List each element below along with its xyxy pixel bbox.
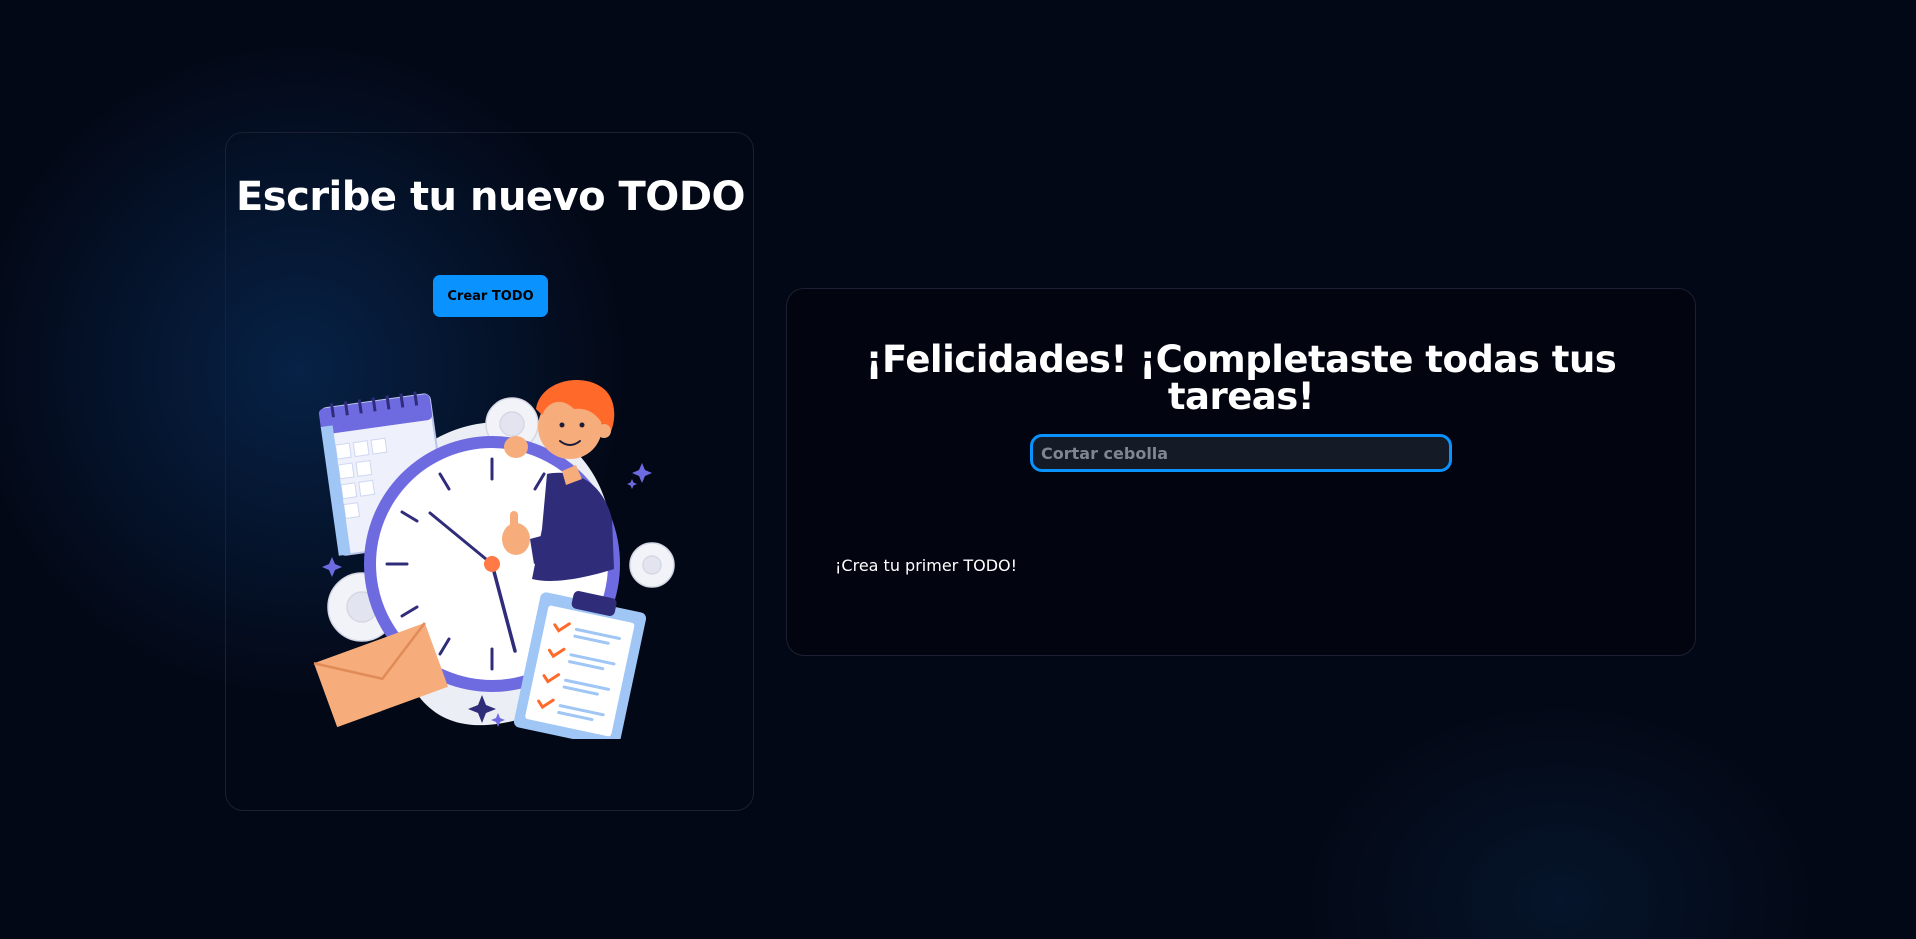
time-management-illustration	[313, 379, 675, 739]
search-input[interactable]	[1030, 434, 1452, 472]
sparkle-icon	[322, 557, 342, 577]
todo-list-panel: ¡Felicidades! ¡Completaste todas tus tar…	[786, 288, 1696, 656]
gear-icon	[629, 542, 675, 588]
empty-state-message: ¡Crea tu primer TODO!	[835, 556, 1018, 575]
create-panel-title: Escribe tu nuevo TODO	[235, 174, 746, 220]
create-todo-panel: Escribe tu nuevo TODO Crear TODO	[225, 132, 754, 811]
todo-panel-title: ¡Felicidades! ¡Completaste todas tus tar…	[865, 338, 1617, 418]
envelope-icon	[313, 622, 449, 728]
sparkle-icon	[627, 463, 652, 489]
create-todo-button[interactable]: Crear TODO	[433, 275, 548, 317]
